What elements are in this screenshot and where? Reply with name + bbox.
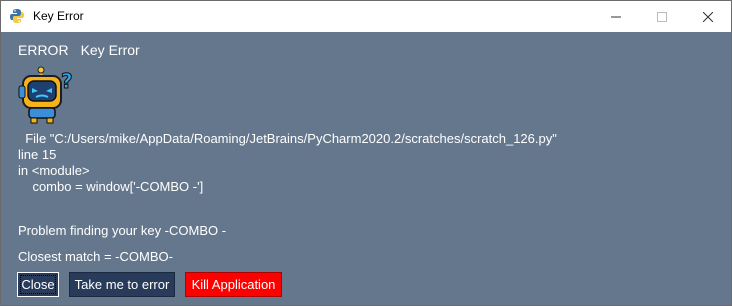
traceback-text: File "C:/Users/mike/AppData/Roaming/JetB…	[18, 131, 557, 195]
svg-text:?: ?	[61, 69, 73, 93]
traceback-code: combo = window['-COMBO -']	[18, 179, 204, 194]
traceback-file: File "C:/Users/mike/AppData/Roaming/JetB…	[18, 131, 557, 146]
error-label: ERROR	[18, 42, 69, 58]
python-logo-icon	[10, 9, 24, 23]
traceback-line: line 15	[18, 147, 57, 162]
closest-match-message: Closest match = -COMBO-	[18, 249, 173, 264]
error-content: ERROR Key Error ? File "C:/Users/mike/App…	[1, 32, 731, 305]
minimize-button[interactable]	[593, 1, 639, 32]
error-window: Key Error ERROR Key Error ? File "C:/Use…	[0, 0, 732, 306]
kill-application-button[interactable]: Kill Application	[185, 272, 282, 297]
close-button[interactable]: Close	[17, 272, 59, 297]
minimize-icon	[611, 16, 621, 17]
maximize-icon	[657, 11, 667, 22]
close-icon	[703, 11, 713, 22]
robot-question-icon: ?	[18, 66, 73, 124]
window-close-button[interactable]	[685, 1, 731, 32]
problem-message: Problem finding your key -COMBO -	[18, 223, 227, 238]
error-heading: ERROR Key Error	[18, 42, 140, 58]
title-bar[interactable]: Key Error	[1, 1, 731, 32]
maximize-button[interactable]	[639, 1, 685, 32]
take-me-to-error-button[interactable]: Take me to error	[69, 272, 175, 297]
traceback-location: in <module>	[18, 163, 90, 178]
window-title: Key Error	[33, 9, 84, 23]
error-name: Key Error	[80, 42, 140, 58]
